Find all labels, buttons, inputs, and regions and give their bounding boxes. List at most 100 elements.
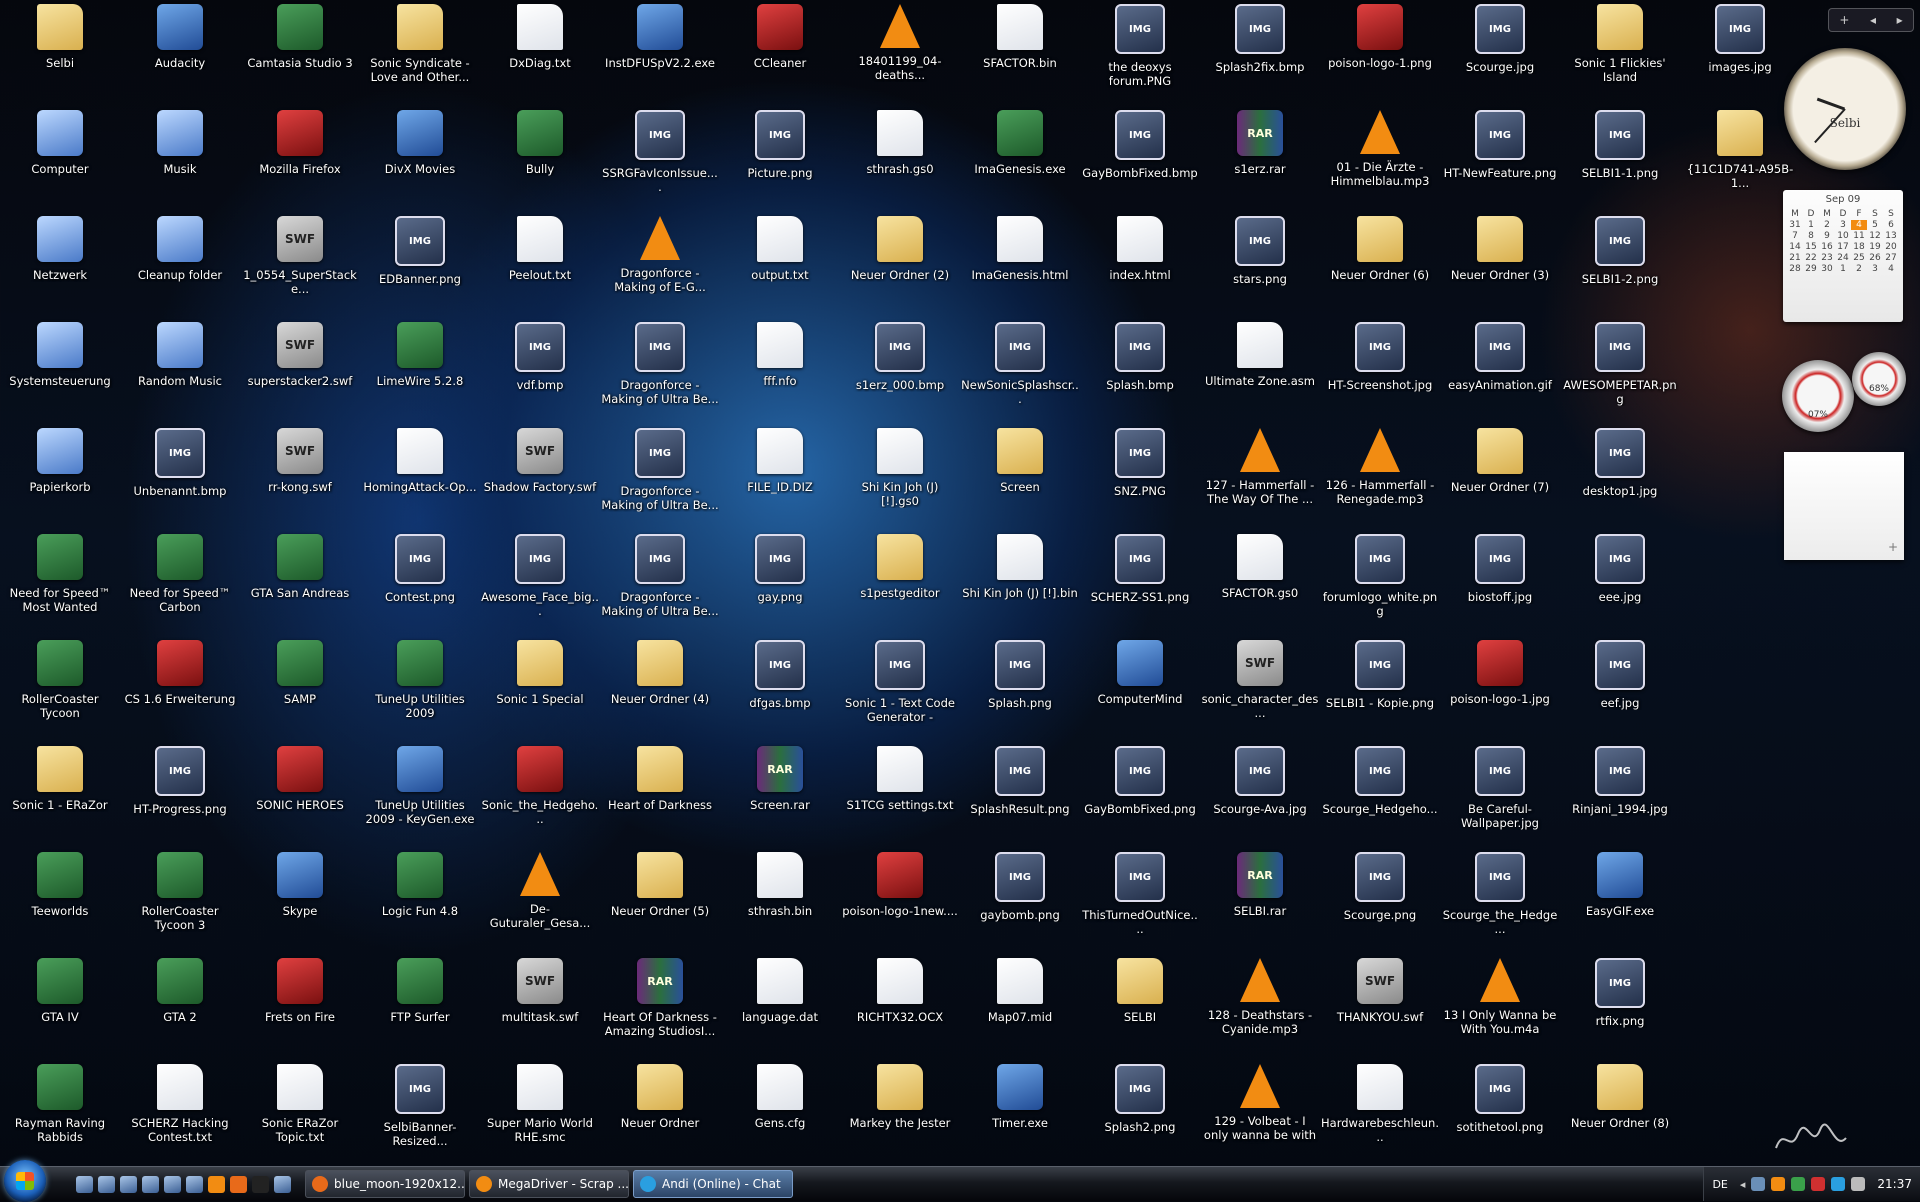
desktop-icon[interactable]: GTA IV — [1, 954, 119, 1058]
desktop-icon[interactable]: IMG HT-NewFeature.png — [1441, 106, 1559, 210]
desktop-icon[interactable]: Rayman Raving Rabbids — [1, 1060, 119, 1164]
desktop-icon[interactable]: CS 1.6 Erweiterung — [121, 636, 239, 740]
desktop-icon[interactable]: Neuer Ordner (6) — [1321, 212, 1439, 316]
desktop-icon[interactable]: IMG SELBI1-2.png — [1561, 212, 1679, 316]
desktop-icon[interactable]: IMG HT-Screenshot.jpg — [1321, 318, 1439, 422]
calendar-day[interactable]: 8 — [1803, 231, 1819, 241]
desktop-icon[interactable]: IMG SNZ.PNG — [1081, 424, 1199, 528]
desktop-icon[interactable]: Neuer Ordner (8) — [1561, 1060, 1679, 1164]
calendar-day[interactable]: 17 — [1835, 242, 1851, 252]
desktop-icon[interactable]: Heart of Darkness — [601, 742, 719, 846]
desktop-icon[interactable]: RAR SELBI.rar — [1201, 848, 1319, 952]
desktop-icon[interactable]: Ultimate Zone.asm — [1201, 318, 1319, 422]
sidebar-next-button[interactable]: ▸ — [1897, 13, 1903, 27]
desktop-icon[interactable]: IMG SELBI1-1.png — [1561, 106, 1679, 210]
desktop-icon[interactable]: Sonic 1 Flickies' Island — [1561, 0, 1679, 104]
desktop-icon[interactable]: sthrash.gs0 — [841, 106, 959, 210]
desktop-icon[interactable]: Neuer Ordner (3) — [1441, 212, 1559, 316]
desktop-icon[interactable]: IMG eee.jpg — [1561, 530, 1679, 634]
taskbar-button[interactable]: blue_moon-1920x12... — [305, 1170, 465, 1198]
desktop-icon[interactable]: FTP Surfer — [361, 954, 479, 1058]
desktop-icon[interactable]: IMG gaybomb.png — [961, 848, 1079, 952]
desktop-icon[interactable]: IMG SplashResult.png — [961, 742, 1079, 846]
desktop-icon[interactable]: Cleanup folder — [121, 212, 239, 316]
desktop-icon[interactable]: GTA San Andreas — [241, 530, 359, 634]
tray-network-icon[interactable] — [1751, 1177, 1766, 1191]
firefox-quicklaunch-icon[interactable] — [230, 1175, 247, 1193]
desktop-icon[interactable]: Netzwerk — [1, 212, 119, 316]
calendar-day[interactable]: 30 — [1819, 264, 1835, 274]
calendar-day[interactable]: 27 — [1883, 253, 1899, 263]
search-icon[interactable] — [274, 1175, 291, 1193]
desktop-icon[interactable]: IMG Splash2.png — [1081, 1060, 1199, 1164]
tray-volume-icon[interactable] — [1851, 1177, 1866, 1191]
desktop-icon[interactable]: IMG vdf.bmp — [481, 318, 599, 422]
desktop-icon[interactable]: IMG GayBombFixed.bmp — [1081, 106, 1199, 210]
desktop-icon[interactable]: IMG gay.png — [721, 530, 839, 634]
explorer-icon[interactable] — [120, 1175, 137, 1193]
desktop-icon[interactable]: SWF multitask.swf — [481, 954, 599, 1058]
desktop-icon[interactable]: fff.nfo — [721, 318, 839, 422]
desktop-icon[interactable]: Bully — [481, 106, 599, 210]
desktop-icon[interactable]: DxDiag.txt — [481, 0, 599, 104]
tray-antivirus-icon[interactable] — [1811, 1177, 1826, 1191]
desktop-icon[interactable]: IMG the deoxys forum.PNG — [1081, 0, 1199, 104]
desktop-icon[interactable]: Papierkorb — [1, 424, 119, 528]
desktop-icon[interactable]: Computer — [1, 106, 119, 210]
desktop-icon[interactable]: output.txt — [721, 212, 839, 316]
desktop-icon[interactable]: IMG ThisTurnedOutNice.... — [1081, 848, 1199, 952]
desktop-icon[interactable]: Peelout.txt — [481, 212, 599, 316]
calendar-day[interactable]: 14 — [1787, 242, 1803, 252]
desktop-icon[interactable]: 126 - Hammerfall - Renegade.mp3 — [1321, 424, 1439, 528]
tray-expand-icon[interactable]: ◂ — [1740, 1178, 1746, 1191]
desktop-icon[interactable]: DivX Movies — [361, 106, 479, 210]
desktop-icon[interactable]: SWF 1_0554_SuperStacke... — [241, 212, 359, 316]
desktop-icon[interactable]: IMG Dragonforce - Making of Ultra Be... — [601, 318, 719, 422]
desktop-icon[interactable]: IMG SELBI1 - Kopie.png — [1321, 636, 1439, 740]
paint-icon[interactable] — [186, 1175, 203, 1193]
desktop-icon[interactable]: Audacity — [121, 0, 239, 104]
desktop-icon[interactable]: IMG Scourge_the_Hedge... — [1441, 848, 1559, 952]
desktop-icon[interactable]: SWF sonic_character_des... — [1201, 636, 1319, 740]
desktop-icon[interactable]: Sonic Syndicate - Love and Other... — [361, 0, 479, 104]
desktop-icon[interactable]: IMG eef.jpg — [1561, 636, 1679, 740]
language-indicator[interactable]: DE — [1712, 1178, 1727, 1191]
calendar-day[interactable]: 22 — [1803, 253, 1819, 263]
desktop-icon[interactable]: IMG Splash.bmp — [1081, 318, 1199, 422]
desktop-icon[interactable]: IMG rtfix.png — [1561, 954, 1679, 1058]
desktop-icon[interactable]: IMG dfgas.bmp — [721, 636, 839, 740]
desktop-icon[interactable]: IMG sotithetool.png — [1441, 1060, 1559, 1164]
tray-vlc-icon[interactable] — [1771, 1177, 1786, 1191]
desktop-icon[interactable]: IMG s1erz_000.bmp — [841, 318, 959, 422]
desktop-icon[interactable]: Dragonforce - Making of E-G... — [601, 212, 719, 316]
calendar-day[interactable]: 24 — [1835, 253, 1851, 263]
calculator-icon[interactable] — [164, 1175, 181, 1193]
desktop-icon[interactable]: Screen — [961, 424, 1079, 528]
desktop-icon[interactable]: Hardwarebeschleun... — [1321, 1060, 1439, 1164]
desktop-icon[interactable]: 129 - Volbeat - I only wanna be with you… — [1201, 1060, 1319, 1164]
desktop-icon[interactable]: Gens.cfg — [721, 1060, 839, 1164]
desktop-icon[interactable]: poison-logo-1.jpg — [1441, 636, 1559, 740]
calendar-day[interactable]: 7 — [1787, 231, 1803, 241]
desktop-icon[interactable]: Sonic 1 - ERaZor — [1, 742, 119, 846]
desktop-icon[interactable]: Timer.exe — [961, 1060, 1079, 1164]
desktop-icon[interactable]: poison-logo-1new.... — [841, 848, 959, 952]
desktop-icon[interactable]: SFACTOR.bin — [961, 0, 1079, 104]
calendar-day[interactable]: 23 — [1819, 253, 1835, 263]
tray-update-icon[interactable] — [1791, 1177, 1806, 1191]
calendar-day[interactable]: 3 — [1867, 264, 1883, 274]
desktop-icon[interactable]: Neuer Ordner (7) — [1441, 424, 1559, 528]
desktop-icon[interactable]: Logic Fun 4.8 — [361, 848, 479, 952]
desktop-icon[interactable]: IMG Rinjani_1994.jpg — [1561, 742, 1679, 846]
desktop-icon[interactable]: Neuer Ordner — [601, 1060, 719, 1164]
desktop-icon[interactable]: Map07.mid — [961, 954, 1079, 1058]
calendar-day[interactable]: 26 — [1867, 253, 1883, 263]
desktop-icon[interactable]: poison-logo-1.png — [1321, 0, 1439, 104]
calendar-day[interactable]: 29 — [1803, 264, 1819, 274]
desktop-icon[interactable]: Shi Kin Joh (J) [!].gs0 — [841, 424, 959, 528]
calendar-day[interactable]: 4 — [1883, 264, 1899, 274]
desktop-icon[interactable]: IMG Awesome_Face_big... — [481, 530, 599, 634]
desktop-icon[interactable]: IMG Picture.png — [721, 106, 839, 210]
desktop-icon[interactable]: S1TCG settings.txt — [841, 742, 959, 846]
desktop-icon[interactable]: Mozilla Firefox — [241, 106, 359, 210]
